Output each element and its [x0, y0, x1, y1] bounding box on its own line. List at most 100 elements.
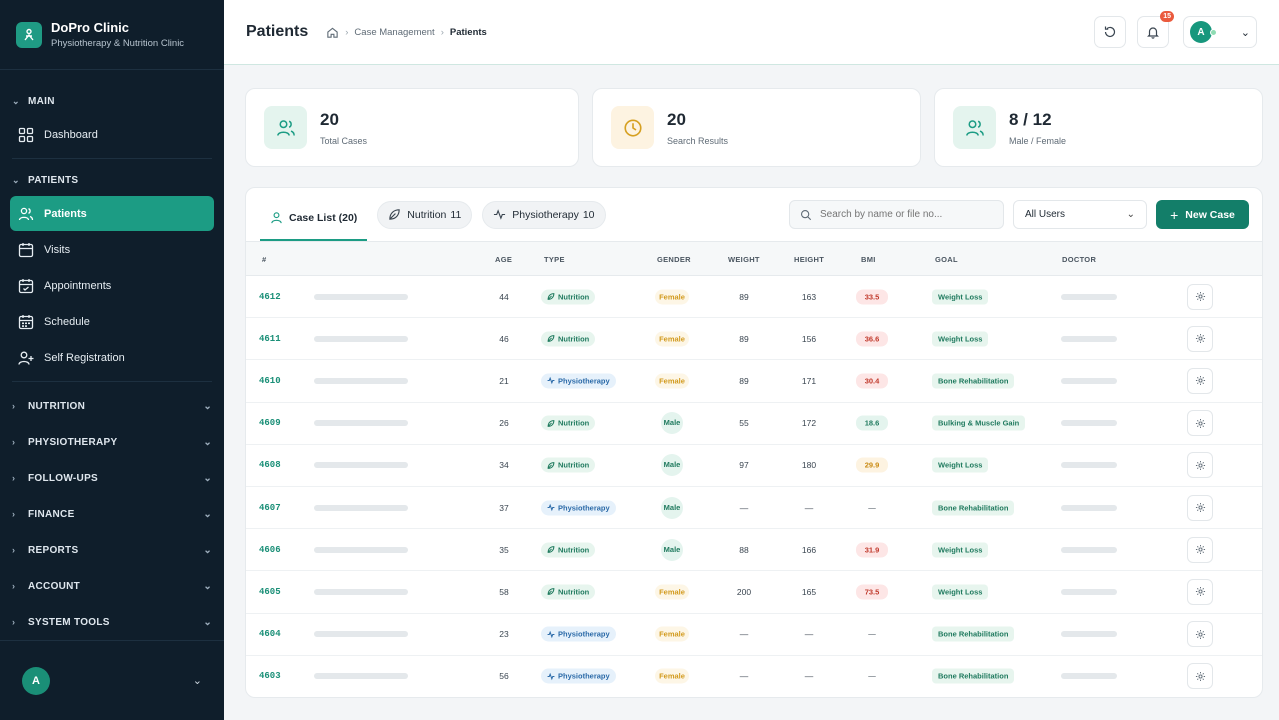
sidebar-item-visits[interactable]: Visits [10, 232, 214, 267]
section-finance-toggle[interactable]: › FINANCE ⌄ [0, 496, 224, 532]
divider [12, 381, 212, 382]
age-cell: 26 [499, 418, 509, 429]
tab-count: 11 [450, 208, 462, 221]
bmi-badge: — [868, 503, 876, 513]
doctor-name-placeholder [1061, 335, 1117, 342]
gear-icon [1195, 544, 1206, 555]
column-header[interactable]: HEIGHT [794, 255, 824, 264]
sidebar-item-appointments[interactable]: Appointments [10, 268, 214, 303]
table-row[interactable]: 4604 23 Physiotherapy Female — — — Bone Rehabil… [246, 614, 1262, 656]
section-reports-toggle[interactable]: › REPORTS ⌄ [0, 532, 224, 568]
home-icon[interactable] [326, 26, 339, 39]
brand[interactable]: DoPro Clinic Physiotherapy & Nutrition C… [0, 0, 224, 70]
case-file-link[interactable]: 4611 [259, 334, 281, 344]
section-system-tools-toggle[interactable]: › SYSTEM TOOLS ⌄ [0, 604, 224, 640]
refresh-button[interactable] [1094, 16, 1126, 48]
case-file-link[interactable]: 4609 [259, 418, 281, 428]
row-settings-button[interactable] [1187, 452, 1213, 479]
row-settings-button[interactable] [1187, 283, 1213, 310]
chevron-right-icon: › [12, 617, 16, 627]
sidebar-user-menu[interactable]: A ⌄ [0, 640, 224, 720]
section-follow-ups-toggle[interactable]: › FOLLOW-UPS ⌄ [0, 460, 224, 496]
tab-physiotherapy[interactable]: Physiotherapy 10 [482, 200, 606, 229]
table-row[interactable]: 4603 56 Physiotherapy Female — — — Bone Rehabil… [246, 656, 1262, 697]
case-file-link[interactable]: 4610 [259, 376, 281, 386]
chevron-down-icon: ⌄ [192, 675, 202, 687]
divider [12, 158, 212, 159]
tab-case-list[interactable]: Case List (20) [260, 194, 368, 241]
sidebar-item-patients[interactable]: Patients [10, 196, 214, 231]
case-file-link[interactable]: 4604 [259, 629, 281, 639]
column-header[interactable]: WEIGHT [728, 255, 760, 264]
age-cell: 34 [499, 460, 509, 471]
column-header[interactable]: GENDER [657, 255, 691, 264]
row-settings-button[interactable] [1187, 663, 1213, 690]
row-settings-button[interactable] [1187, 621, 1213, 648]
section-patients-toggle[interactable]: ⌄ PATIENTS [0, 165, 224, 195]
case-file-link[interactable]: 4608 [259, 460, 281, 470]
table-row[interactable]: 4607 37 Physiotherapy Male — — — Bone Rehabilit… [246, 487, 1262, 530]
sidebar-item-schedule[interactable]: Schedule [10, 304, 214, 339]
column-header[interactable]: TYPE [544, 255, 565, 264]
weight-cell: 200 [736, 586, 752, 597]
case-file-link[interactable]: 4612 [259, 292, 281, 302]
column-header[interactable]: GOAL [935, 255, 958, 264]
doctor-name-placeholder [1061, 504, 1117, 511]
user-menu-button[interactable]: A ⌄ [1183, 16, 1257, 48]
search-icon [800, 209, 812, 220]
doctor-name-placeholder [1061, 420, 1117, 427]
column-header[interactable]: # [262, 255, 266, 264]
breadcrumb-item[interactable]: Case Management [354, 27, 434, 38]
table-row[interactable]: 4610 21 Physiotherapy Female 89 171 30.4 Bone R… [246, 360, 1262, 403]
case-file-link[interactable]: 4606 [259, 545, 281, 555]
row-settings-button[interactable] [1187, 494, 1213, 521]
users-icon [264, 106, 307, 149]
case-file-link[interactable]: 4605 [259, 587, 281, 597]
section-main-toggle[interactable]: ⌄ MAIN [0, 86, 224, 116]
stat-value: 20 [320, 109, 339, 129]
case-file-link[interactable]: 4603 [259, 671, 281, 681]
row-settings-button[interactable] [1187, 536, 1213, 563]
table-row[interactable]: 4611 46 Nutrition Female 89 156 36.6 Weight Los… [246, 318, 1262, 361]
goal-badge: Bone Rehabilitation [932, 626, 1015, 642]
chevron-down-icon: ⌄ [203, 436, 212, 448]
bmi-badge: 18.6 [856, 415, 888, 431]
column-header[interactable]: DOCTOR [1062, 255, 1096, 264]
gear-icon [1195, 375, 1206, 386]
patient-name-placeholder [314, 673, 408, 680]
table-row[interactable]: 4608 34 Nutrition Male 97 180 29.9 Weight Loss [246, 445, 1262, 487]
row-settings-button[interactable] [1187, 410, 1213, 437]
column-header[interactable]: AGE [495, 255, 512, 264]
table-row[interactable]: 4612 44 Nutrition Female 89 163 33.5 Weight Los… [246, 276, 1262, 319]
notification-count-badge: 15 [1160, 11, 1174, 22]
sidebar-item-self-registration[interactable]: Self Registration [10, 340, 214, 375]
grid-icon [18, 127, 34, 142]
new-case-button[interactable]: + New Case [1156, 200, 1249, 229]
chevron-down-icon: ⌄ [12, 174, 20, 185]
user-filter-select[interactable]: All Users ⌄ [1013, 200, 1147, 229]
row-settings-button[interactable] [1187, 367, 1213, 394]
section-nutrition-toggle[interactable]: › NUTRITION ⌄ [0, 388, 224, 424]
case-file-link[interactable]: 4607 [259, 503, 281, 513]
doctor-name-placeholder [1061, 631, 1117, 638]
sidebar-item-dashboard[interactable]: Dashboard [10, 117, 214, 152]
table-row[interactable]: 4609 26 Nutrition Male 55 172 18.6 Bulking & Mu… [246, 403, 1262, 445]
section-account-toggle[interactable]: › ACCOUNT ⌄ [0, 568, 224, 604]
tab-nutrition[interactable]: Nutrition 11 [377, 200, 473, 229]
sidebar: DoPro Clinic Physiotherapy & Nutrition C… [0, 0, 224, 720]
search-input[interactable] [820, 209, 990, 220]
table-row[interactable]: 4606 35 Nutrition Male 88 166 31.9 Weight Loss [246, 529, 1262, 572]
goal-badge: Weight Loss [932, 331, 989, 347]
breadcrumb: › Case Management › Patients [326, 26, 487, 39]
table-row[interactable]: 4605 58 Nutrition Female 200 165 73.5 Weight Lo… [246, 571, 1262, 614]
section-physiotherapy-toggle[interactable]: › PHYSIOTHERAPY ⌄ [0, 424, 224, 460]
row-settings-button[interactable] [1187, 325, 1213, 352]
column-header[interactable]: BMI [861, 255, 876, 264]
goal-badge: Bone Rehabilitation [932, 373, 1015, 389]
leaf-icon [547, 461, 558, 469]
gender-badge: Female [655, 668, 689, 684]
notifications-button[interactable]: 15 [1137, 11, 1174, 48]
activity-icon [494, 209, 506, 220]
row-settings-button[interactable] [1187, 578, 1213, 605]
chevron-down-icon: ⌄ [203, 508, 212, 520]
